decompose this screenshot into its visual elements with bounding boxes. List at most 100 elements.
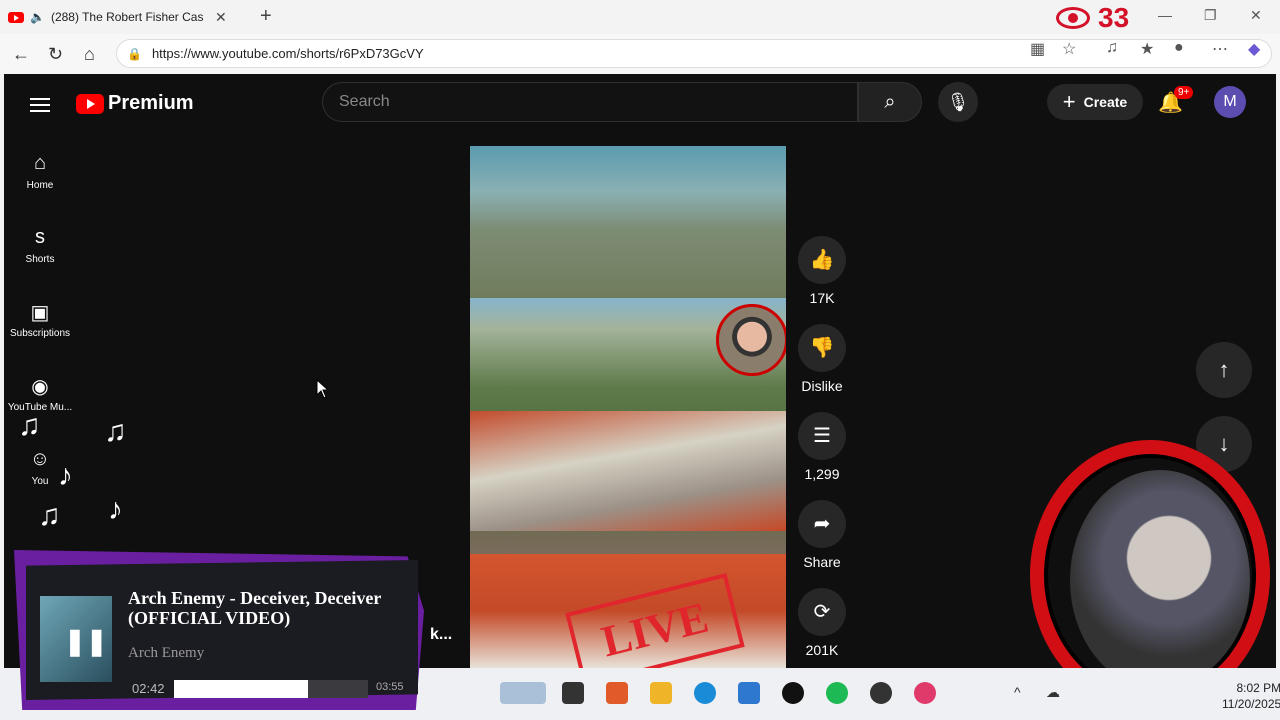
search-icon: ⌕	[884, 91, 896, 113]
microphone-icon: 🎙	[946, 92, 970, 112]
taskbar-app-icon[interactable]	[562, 682, 584, 704]
sidebar-item-subscriptions[interactable]: ▣ Subscriptions	[4, 300, 76, 339]
presenter-face	[716, 304, 786, 376]
song-artist: Arch Enemy	[128, 645, 205, 661]
minimize-button[interactable]: —	[1158, 7, 1172, 23]
onedrive-cloud-icon[interactable]: ☁	[1046, 684, 1060, 701]
music-note-icon: ♪	[58, 459, 73, 492]
edge-browser-icon[interactable]	[694, 682, 716, 704]
menu-icon[interactable]	[30, 94, 50, 116]
new-tab-button[interactable]: +	[260, 5, 272, 28]
thumbs-up-icon: 👍	[798, 236, 846, 284]
create-label: Create	[1083, 94, 1128, 110]
reload-button[interactable]: ↻	[48, 44, 63, 65]
taskbar-thumbnail[interactable]	[500, 682, 546, 704]
sidebar-item-label: Subscriptions	[9, 328, 71, 339]
comment-icon: ☰	[798, 412, 846, 460]
plus-icon: +	[1062, 89, 1076, 114]
tray-overflow-icon[interactable]: ^	[1014, 684, 1021, 700]
view-counter: 33	[1056, 2, 1129, 34]
close-window-button[interactable]: ✕	[1250, 7, 1262, 24]
favorites-icon[interactable]: ★	[1140, 39, 1154, 59]
pause-icon[interactable]: ❚❚	[64, 626, 108, 657]
music-icon: ◉	[31, 376, 49, 398]
more-menu-icon[interactable]: ⋯	[1212, 39, 1228, 59]
music-note-icon: ♪	[108, 493, 123, 526]
subscriptions-icon: ▣	[30, 302, 50, 324]
tab-title: (288) The Robert Fisher Case	[50, 10, 203, 24]
close-tab-icon[interactable]: ✕	[215, 9, 227, 26]
sidebar-item-label: Shorts	[25, 254, 55, 265]
sidebar-item-home[interactable]: ⌂ Home	[4, 152, 76, 191]
share-button[interactable]: ➦ Share	[798, 500, 846, 570]
dislike-label: Dislike	[801, 378, 843, 394]
music-note-icon: ♫	[38, 499, 61, 532]
taskbar-clock[interactable]: 8:02 PM 11/20/2025	[1222, 680, 1280, 712]
short-video-player[interactable]	[470, 146, 786, 668]
view-count: 33	[1098, 2, 1130, 33]
comment-count: 1,299	[804, 466, 840, 482]
remix-button[interactable]: ⟳ 201K	[798, 588, 846, 658]
playback-progress-bar[interactable]	[174, 680, 368, 698]
previous-short-button[interactable]: ↑	[1196, 342, 1252, 398]
copilot-icon[interactable]: ◆	[1248, 39, 1260, 59]
app-available-icon[interactable]: ▦	[1030, 39, 1045, 59]
remix-icon: ⟳	[798, 588, 846, 636]
store-icon[interactable]	[738, 682, 760, 704]
arrow-down-icon: ↓	[1218, 431, 1230, 456]
sidebar-item-shorts[interactable]: ѕ Shorts	[4, 226, 76, 265]
logo-text: Premium	[108, 92, 194, 114]
site-info-icon[interactable]: 🔒	[127, 47, 142, 61]
like-count: 17K	[809, 290, 835, 306]
youtube-favicon-icon	[8, 11, 24, 23]
extensions-icon[interactable]: ♫	[1106, 39, 1118, 57]
dislike-button[interactable]: 👎 Dislike	[798, 324, 846, 394]
share-icon: ➦	[798, 500, 846, 548]
music-note-icon: ♫	[104, 415, 127, 448]
create-button[interactable]: + Create	[1047, 84, 1143, 120]
eye-icon	[1056, 7, 1090, 29]
taskbar-app-icon[interactable]	[914, 682, 936, 704]
taskbar-app-icon[interactable]	[606, 682, 628, 704]
spotify-icon[interactable]	[826, 682, 848, 704]
share-label: Share	[803, 554, 841, 570]
restore-button[interactable]: ❐	[1204, 7, 1217, 24]
clock-date: 11/20/2025	[1222, 697, 1280, 711]
shorts-icon: ѕ	[35, 226, 45, 248]
account-avatar[interactable]: M	[1214, 86, 1246, 118]
clock-time: 8:02 PM	[1236, 681, 1280, 695]
remix-count: 201K	[805, 642, 839, 658]
youtube-logo[interactable]: Premium	[76, 92, 194, 115]
home-icon: ⌂	[33, 152, 47, 174]
like-button[interactable]: 👍 17K	[798, 236, 846, 306]
elapsed-time: 02:42	[132, 681, 165, 696]
url-field[interactable]: 🔒 https://www.youtube.com/shorts/r6PxD73…	[116, 39, 1272, 68]
notification-badge: 9+	[1174, 86, 1194, 99]
total-duration: 03:55	[376, 681, 404, 693]
speaker-icon[interactable]: 🔈	[30, 10, 45, 24]
voice-search-button[interactable]: 🎙	[938, 82, 978, 122]
arrow-up-icon: ↑	[1218, 357, 1230, 382]
song-title: Arch Enemy - Deceiver, Deceiver (OFFICIA…	[128, 588, 382, 628]
search-button[interactable]: ⌕	[858, 82, 922, 122]
back-button[interactable]: ←	[12, 44, 30, 65]
profile-icon[interactable]: ●	[1174, 39, 1184, 57]
tiktok-icon[interactable]	[782, 682, 804, 704]
thumbs-down-icon: 👎	[798, 324, 846, 372]
browser-tab[interactable]: 🔈 (288) The Robert Fisher Case ✕	[8, 4, 252, 30]
search-input[interactable]: Search	[322, 82, 858, 122]
music-note-icon: ♫	[18, 409, 41, 442]
youtube-play-icon	[76, 93, 104, 114]
home-button[interactable]: ⌂	[84, 44, 95, 65]
comments-button[interactable]: ☰ 1,299	[798, 412, 846, 482]
file-explorer-icon[interactable]	[650, 682, 672, 704]
video-title-snippet[interactable]: k...	[430, 626, 452, 644]
tab-bar: 🔈 (288) The Robert Fisher Case ✕ + 33 — …	[0, 0, 1280, 34]
favorite-star-icon[interactable]: ☆	[1062, 39, 1076, 59]
video-frame-buildings	[470, 411, 786, 531]
address-bar-row: ← ↻ ⌂ 🔒 https://www.youtube.com/shorts/r…	[0, 34, 1280, 74]
sidebar-item-music[interactable]: ◉ YouTube Mu...	[4, 374, 76, 413]
video-frame-sky	[470, 146, 786, 298]
url-text: https://www.youtube.com/shorts/r6PxD73Gc…	[151, 46, 424, 61]
obs-icon[interactable]	[870, 682, 892, 704]
